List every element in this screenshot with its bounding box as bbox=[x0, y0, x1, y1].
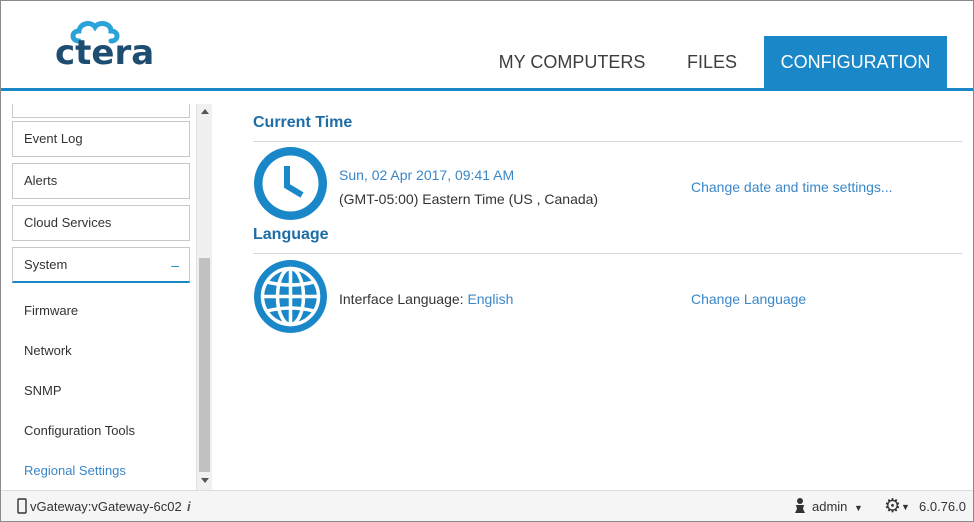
section-divider bbox=[253, 253, 962, 254]
header: ctera MY COMPUTERS FILES CONFIGURATION bbox=[1, 1, 973, 89]
sidebar-item-label: Cloud Services bbox=[24, 215, 112, 230]
sidebar-subitem-configuration-tools[interactable]: Configuration Tools bbox=[24, 423, 135, 438]
interface-language-row: Interface Language: English bbox=[339, 291, 513, 307]
user-menu[interactable]: admin ▼ bbox=[812, 499, 863, 514]
scroll-down-arrow-icon[interactable] bbox=[201, 478, 209, 483]
logo-text: ctera bbox=[55, 33, 155, 73]
change-date-time-link[interactable]: Change date and time settings... bbox=[691, 179, 893, 195]
sidebar-item-system[interactable]: System – bbox=[12, 247, 190, 283]
device-name: vGateway:vGateway-6c02 bbox=[30, 499, 182, 514]
sidebar-scrollbar[interactable] bbox=[196, 104, 212, 490]
tab-files[interactable]: FILES bbox=[671, 36, 753, 89]
current-datetime: Sun, 02 Apr 2017, 09:41 AM bbox=[339, 167, 515, 183]
header-divider bbox=[1, 88, 973, 91]
sidebar-subitem-regional-settings[interactable]: Regional Settings bbox=[24, 463, 126, 478]
caret-down-icon: ▼ bbox=[901, 501, 910, 512]
sidebar-subitem-snmp[interactable]: SNMP bbox=[24, 383, 62, 398]
sidebar-item-label: System bbox=[24, 257, 68, 272]
timezone-text: (GMT-05:00) Eastern Time (US , Canada) bbox=[339, 191, 599, 207]
version-text: 6.0.76.0 bbox=[919, 499, 966, 514]
globe-icon bbox=[254, 260, 327, 333]
sidebar-item-cloud-services[interactable]: Cloud Services bbox=[12, 205, 190, 241]
tab-configuration[interactable]: CONFIGURATION bbox=[764, 36, 947, 89]
sidebar-item-partial[interactable] bbox=[12, 104, 190, 118]
current-time-title: Current Time bbox=[253, 114, 353, 131]
info-icon[interactable]: i bbox=[187, 499, 191, 514]
sidebar-item-event-log[interactable]: Event Log bbox=[12, 121, 190, 157]
device-icon bbox=[17, 498, 27, 514]
settings-menu[interactable]: ⚙▼ bbox=[884, 495, 910, 518]
username: admin bbox=[812, 499, 848, 514]
collapse-icon[interactable]: – bbox=[171, 248, 179, 282]
interface-language-value: English bbox=[467, 291, 514, 307]
scroll-thumb[interactable] bbox=[199, 258, 210, 472]
interface-language-label: Interface Language: bbox=[339, 291, 464, 307]
tab-my-computers[interactable]: MY COMPUTERS bbox=[487, 36, 657, 89]
caret-down-icon: ▼ bbox=[854, 503, 863, 513]
clock-icon bbox=[254, 147, 327, 220]
sidebar-item-label: Alerts bbox=[24, 173, 58, 188]
section-divider bbox=[253, 141, 962, 142]
sidebar-subitem-firmware[interactable]: Firmware bbox=[24, 303, 78, 318]
change-language-link[interactable]: Change Language bbox=[691, 291, 806, 307]
sidebar-subitem-network[interactable]: Network bbox=[24, 343, 72, 358]
status-bar: vGateway:vGateway-6c02 i admin ▼ ⚙▼ 6.0.… bbox=[1, 490, 973, 521]
sidebar-item-alerts[interactable]: Alerts bbox=[12, 163, 190, 199]
sidebar-item-label: Event Log bbox=[24, 131, 83, 146]
ctera-logo: ctera bbox=[55, 19, 165, 73]
sidebar: Event Log Alerts Cloud Services System –… bbox=[1, 104, 198, 490]
scroll-up-arrow-icon[interactable] bbox=[201, 109, 209, 114]
language-title: Language bbox=[253, 226, 329, 243]
user-icon bbox=[795, 498, 805, 513]
gear-icon: ⚙ bbox=[884, 496, 902, 517]
